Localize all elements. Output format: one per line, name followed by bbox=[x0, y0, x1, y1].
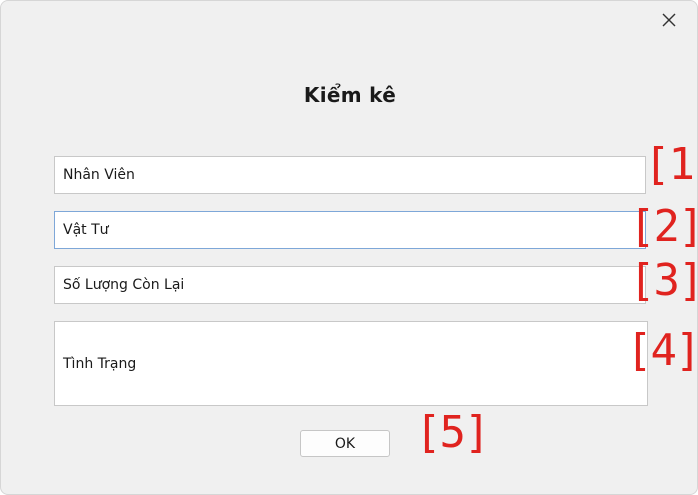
close-button[interactable] bbox=[651, 5, 687, 35]
material-field[interactable] bbox=[54, 211, 646, 249]
annotation-1: [1] bbox=[644, 139, 697, 190]
status-placeholder: Tình Trạng bbox=[63, 355, 137, 372]
annotation-3: [3] bbox=[629, 255, 698, 306]
dialog-window: Kiểm kê Tình Trạng OK [1] [2] [3] [4] [5… bbox=[0, 0, 698, 495]
annotation-4: [4] bbox=[626, 325, 698, 376]
annotation-5: [5] bbox=[415, 407, 490, 458]
status-field[interactable]: Tình Trạng bbox=[54, 321, 648, 406]
ok-button[interactable]: OK bbox=[300, 430, 390, 457]
employee-field[interactable] bbox=[54, 156, 646, 194]
dialog-title: Kiểm kê bbox=[303, 83, 397, 107]
close-icon bbox=[662, 13, 676, 27]
remaining-quantity-field[interactable] bbox=[54, 266, 646, 304]
annotation-2: [2] bbox=[629, 201, 698, 252]
